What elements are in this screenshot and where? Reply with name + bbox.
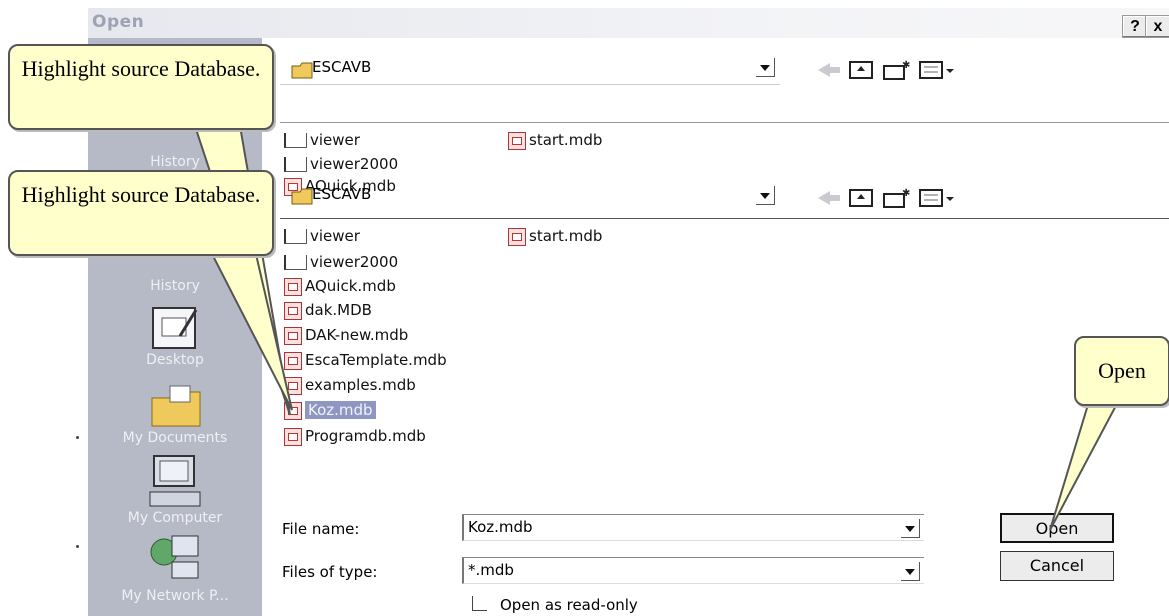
callout-highlight-source-1: Highlight source Database. — [8, 44, 274, 130]
callout-open: Open — [1074, 336, 1169, 406]
callout-highlight-source-2: Highlight source Database. — [8, 170, 274, 256]
